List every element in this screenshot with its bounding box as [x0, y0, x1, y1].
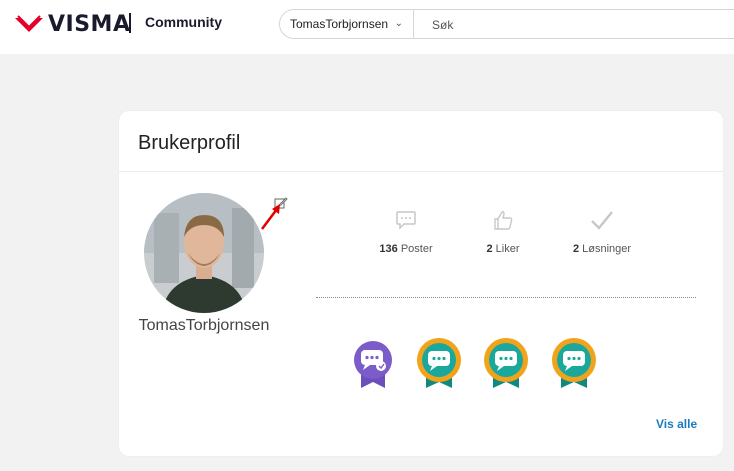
avatar-photo — [144, 193, 264, 313]
site-name[interactable]: Community — [145, 14, 222, 30]
red-arrow-annotation-icon — [261, 204, 280, 230]
stat-likes: 2 Liker — [453, 207, 553, 255]
speech-bubble-icon — [396, 211, 416, 230]
logo-text: VISMA — [48, 11, 131, 37]
search-input[interactable] — [420, 13, 734, 37]
chevron-down-icon: ⌄ — [394, 18, 403, 29]
logo-separator — [129, 13, 131, 33]
top-header: VISMA Community TomasTorbjornsen ⌄ — [0, 0, 734, 54]
title-divider — [119, 171, 723, 172]
stat-label: Poster — [400, 243, 433, 255]
stat-count: 2 — [572, 243, 580, 255]
stat-posts: 136 Poster — [356, 207, 456, 255]
stat-label: Løsninger — [582, 243, 632, 255]
teal-chat-laurel-badge-icon[interactable] — [549, 338, 599, 390]
purple-chat-badge-icon[interactable] — [348, 338, 398, 390]
profile-username: TomasTorbjornsen — [138, 317, 270, 334]
stat-label: Liker — [495, 243, 520, 255]
search-scope-label: TomasTorbjornsen — [290, 17, 389, 31]
thumbs-up-icon — [494, 211, 513, 230]
stat-count: 2 — [486, 243, 493, 255]
stat-solutions: 2 Løsninger — [552, 207, 652, 255]
visma-logo[interactable]: VISMA — [14, 10, 130, 38]
search-scope-dropdown[interactable]: TomasTorbjornsen ⌄ — [280, 10, 414, 38]
section-divider — [316, 297, 696, 298]
page-title: Brukerprofil — [138, 132, 241, 154]
avatar — [144, 193, 264, 313]
visma-logo-mark-icon — [15, 15, 43, 32]
teal-chat-laurel-badge-icon[interactable] — [414, 338, 464, 390]
teal-chat-laurel-badge-icon[interactable] — [481, 338, 531, 390]
search-bar: TomasTorbjornsen ⌄ — [279, 9, 734, 39]
view-all-badges-link[interactable]: Vis alle — [656, 417, 697, 431]
profile-card: Brukerprofil TomasTorbjornsen 136 Poster… — [119, 111, 723, 456]
checkmark-icon — [591, 211, 613, 230]
stat-count: 136 — [379, 243, 398, 255]
